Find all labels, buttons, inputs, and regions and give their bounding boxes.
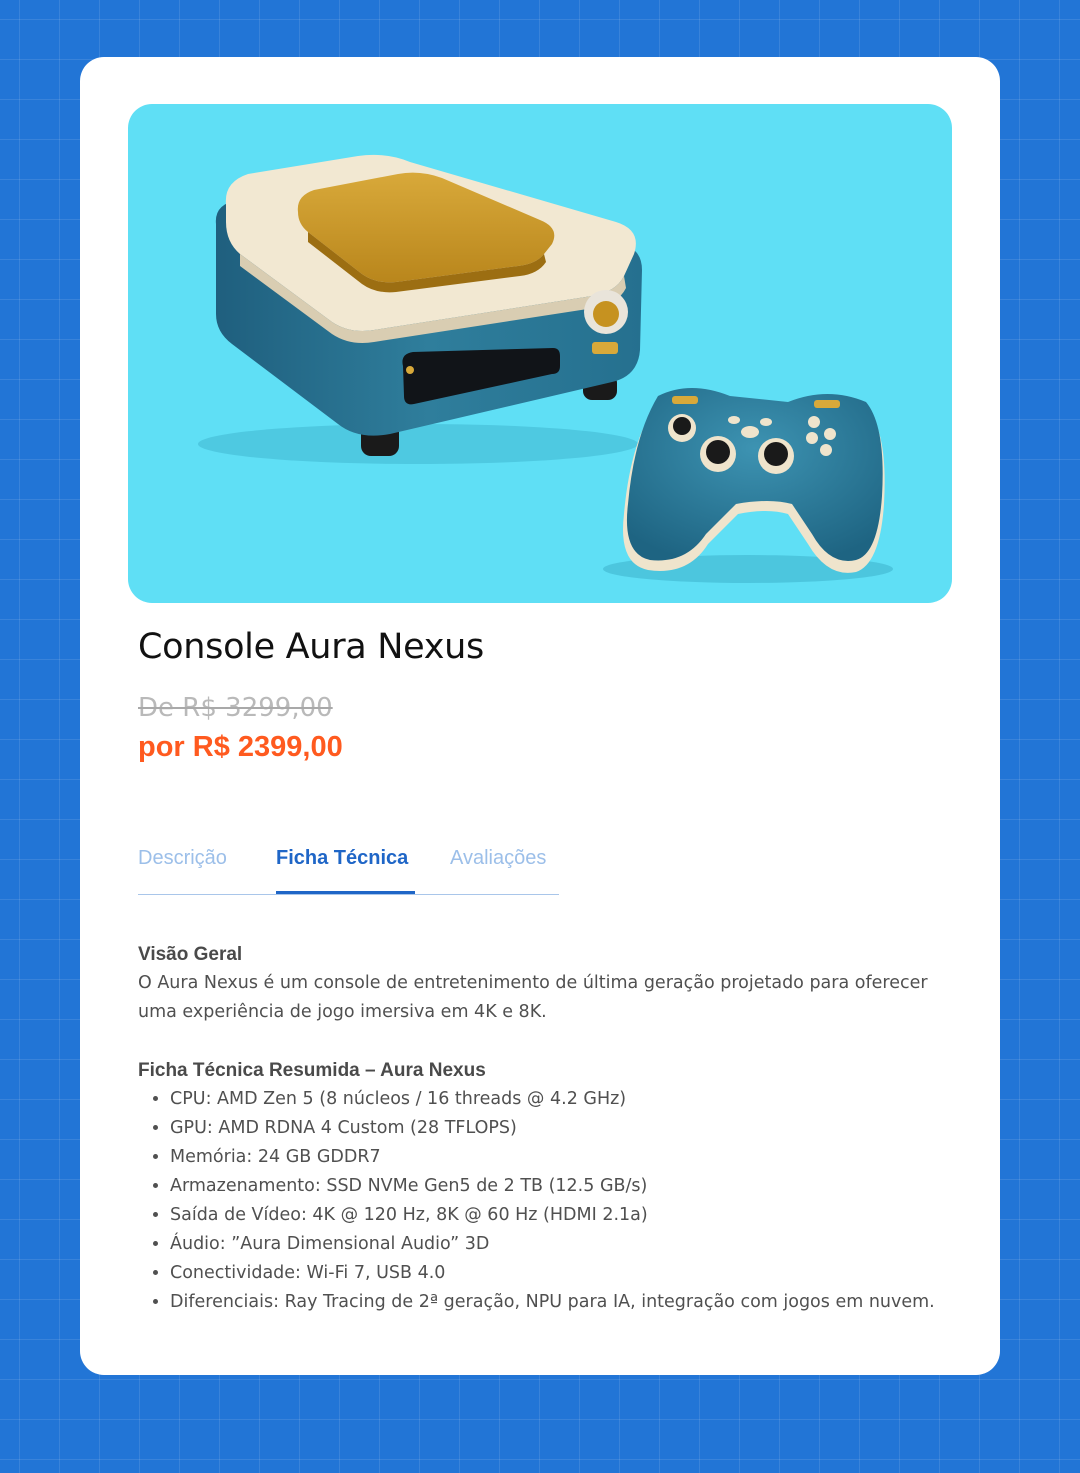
list-item: GPU: AMD RDNA 4 Custom (28 TFLOPS) <box>170 1114 938 1143</box>
list-item: Diferenciais: Ray Tracing de 2ª geração,… <box>170 1288 938 1317</box>
tab-avaliacoes[interactable]: Avaliações <box>450 847 546 894</box>
list-item: Saída de Vídeo: 4K @ 120 Hz, 8K @ 60 Hz … <box>170 1201 938 1230</box>
tab-content: Visão Geral O Aura Nexus é um console de… <box>138 940 938 1317</box>
product-card: Console Aura Nexus De R$ 3299,00 por R$ … <box>80 57 1000 1375</box>
overview-heading: Visão Geral <box>138 944 243 965</box>
list-item: Armazenamento: SSD NVMe Gen5 de 2 TB (12… <box>170 1172 938 1201</box>
original-price: De R$ 3299,00 <box>138 693 333 723</box>
list-item: Conectividade: Wi-Fi 7, USB 4.0 <box>170 1259 938 1288</box>
product-image <box>128 104 952 603</box>
product-tabs: Descrição Ficha Técnica Avaliações <box>138 837 559 895</box>
list-item: Memória: 24 GB GDDR7 <box>170 1143 938 1172</box>
specs-list: CPU: AMD Zen 5 (8 núcleos / 16 threads @… <box>138 1085 938 1317</box>
product-title: Console Aura Nexus <box>138 627 484 667</box>
overview-text: O Aura Nexus é um console de entretenime… <box>138 973 928 1022</box>
gamepad-illustration <box>603 388 893 583</box>
list-item: CPU: AMD Zen 5 (8 núcleos / 16 threads @… <box>170 1085 938 1114</box>
tab-ficha-tecnica[interactable]: Ficha Técnica <box>276 847 415 894</box>
specs-heading: Ficha Técnica Resumida – Aura Nexus <box>138 1060 486 1081</box>
list-item: Áudio: ”Aura Dimensional Audio” 3D <box>170 1230 938 1259</box>
game-console-illustration <box>198 154 642 464</box>
sale-price: por R$ 2399,00 <box>138 731 343 763</box>
tab-descricao[interactable]: Descrição <box>138 847 227 894</box>
